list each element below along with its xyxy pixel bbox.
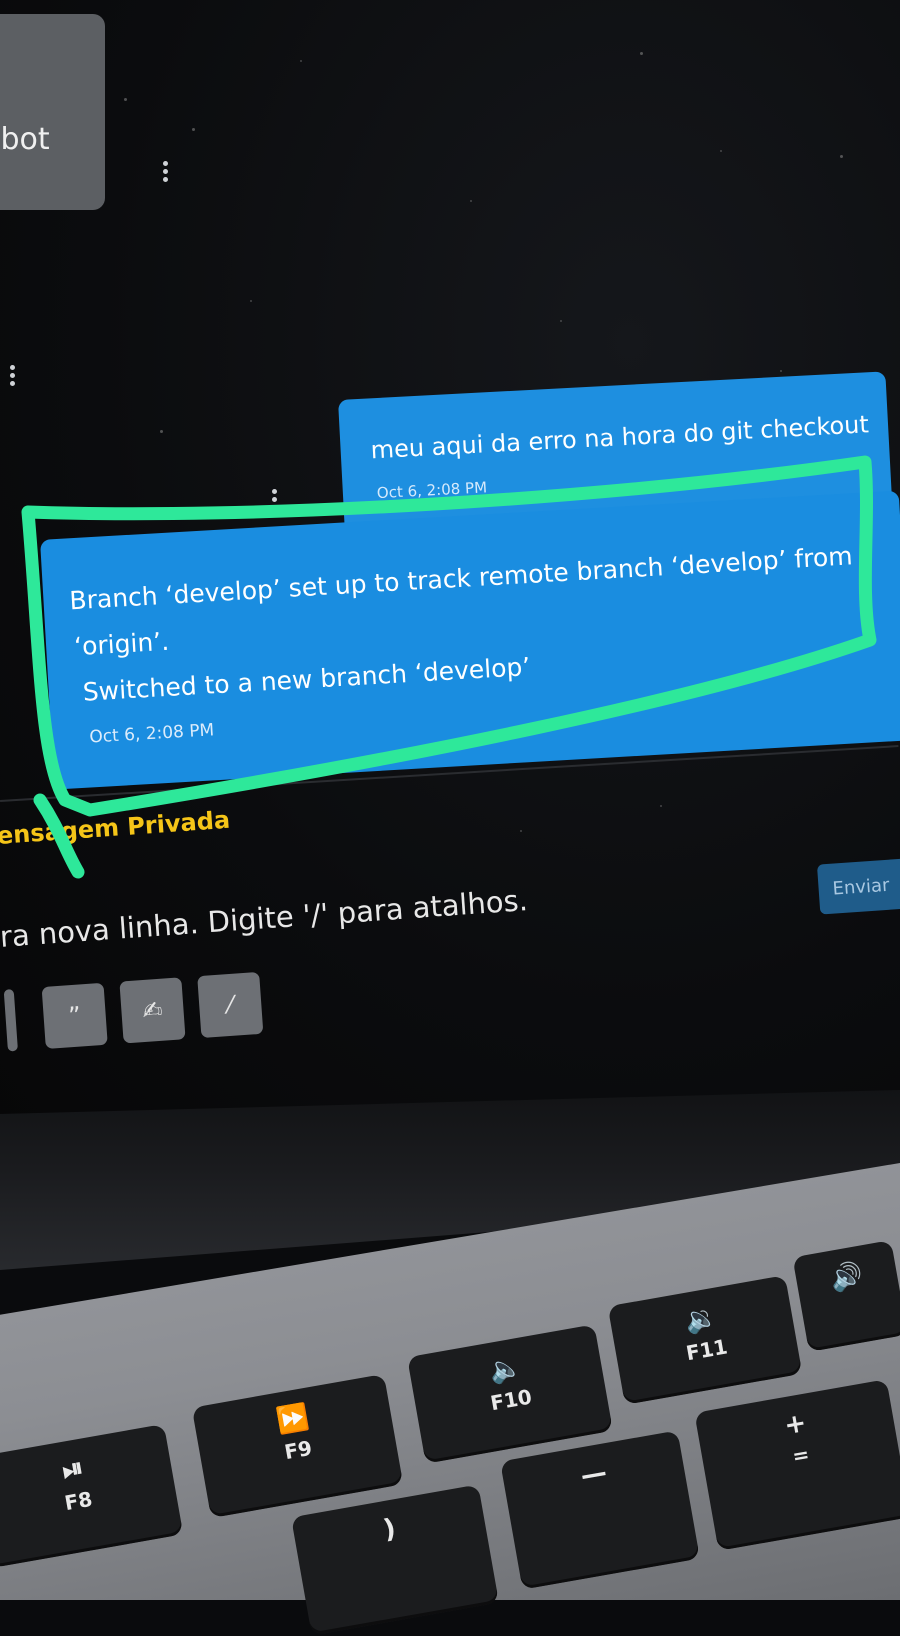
message-options-icon[interactable]: [10, 362, 16, 389]
dust-speck: [520, 830, 522, 832]
signature-icon: ✍: [141, 995, 164, 1026]
message-input[interactable]: ra nova linha. Digite '/' para atalhos.: [0, 883, 529, 954]
message-line: ‘origin’.: [73, 626, 170, 662]
private-message-tab[interactable]: ensagem Privada: [0, 806, 231, 850]
dust-speck: [780, 370, 782, 372]
message-options-icon[interactable]: [163, 158, 169, 185]
magic-wand-icon: ⁄: [227, 990, 234, 1020]
message-text: meu aqui da erro na hora do git checkout: [369, 410, 870, 465]
dust-speck: [660, 805, 662, 807]
message-timestamp: Oct 6, 2:08 PM: [376, 478, 488, 503]
toolbar-button-partial[interactable]: [3, 989, 18, 1052]
volume-up-icon: 🔊: [828, 1259, 866, 1295]
message-timestamp: Oct 6, 2:08 PM: [88, 720, 215, 748]
dust-speck: [470, 200, 472, 202]
message-composer: ra nova linha. Digite '/' para atalhos. …: [0, 817, 900, 1052]
dust-speck: [124, 98, 127, 101]
message-line: Switched to a new branch ‘develop’: [82, 652, 531, 707]
dust-speck: [160, 430, 163, 433]
signature-button[interactable]: ✍: [119, 977, 186, 1044]
magic-wand-button[interactable]: ⁄: [197, 971, 264, 1039]
dust-speck: [250, 300, 252, 302]
dust-speck: [192, 128, 195, 131]
message-line: Branch ‘develop’ set up to track remote …: [68, 541, 854, 616]
bot-message-text: ebot: [0, 122, 50, 157]
send-button[interactable]: Enviar: [816, 857, 900, 915]
dust-speck: [720, 150, 722, 152]
key-f12[interactable]: 🔊: [792, 1240, 900, 1352]
user-message-bubble-git-output: Branch ‘develop’ set up to track remote …: [40, 490, 900, 790]
dust-speck: [300, 60, 302, 62]
dust-speck: [560, 320, 562, 322]
dust-speck: [840, 155, 843, 158]
bot-message-bubble: ebot: [0, 14, 105, 210]
message-options-icon[interactable]: [272, 486, 278, 513]
quote-icon: ”: [67, 1001, 82, 1031]
quote-button[interactable]: ”: [41, 982, 108, 1049]
dust-speck: [640, 52, 643, 55]
chat-screen: ebot meu aqui da erro na hora do git che…: [0, 0, 900, 1140]
